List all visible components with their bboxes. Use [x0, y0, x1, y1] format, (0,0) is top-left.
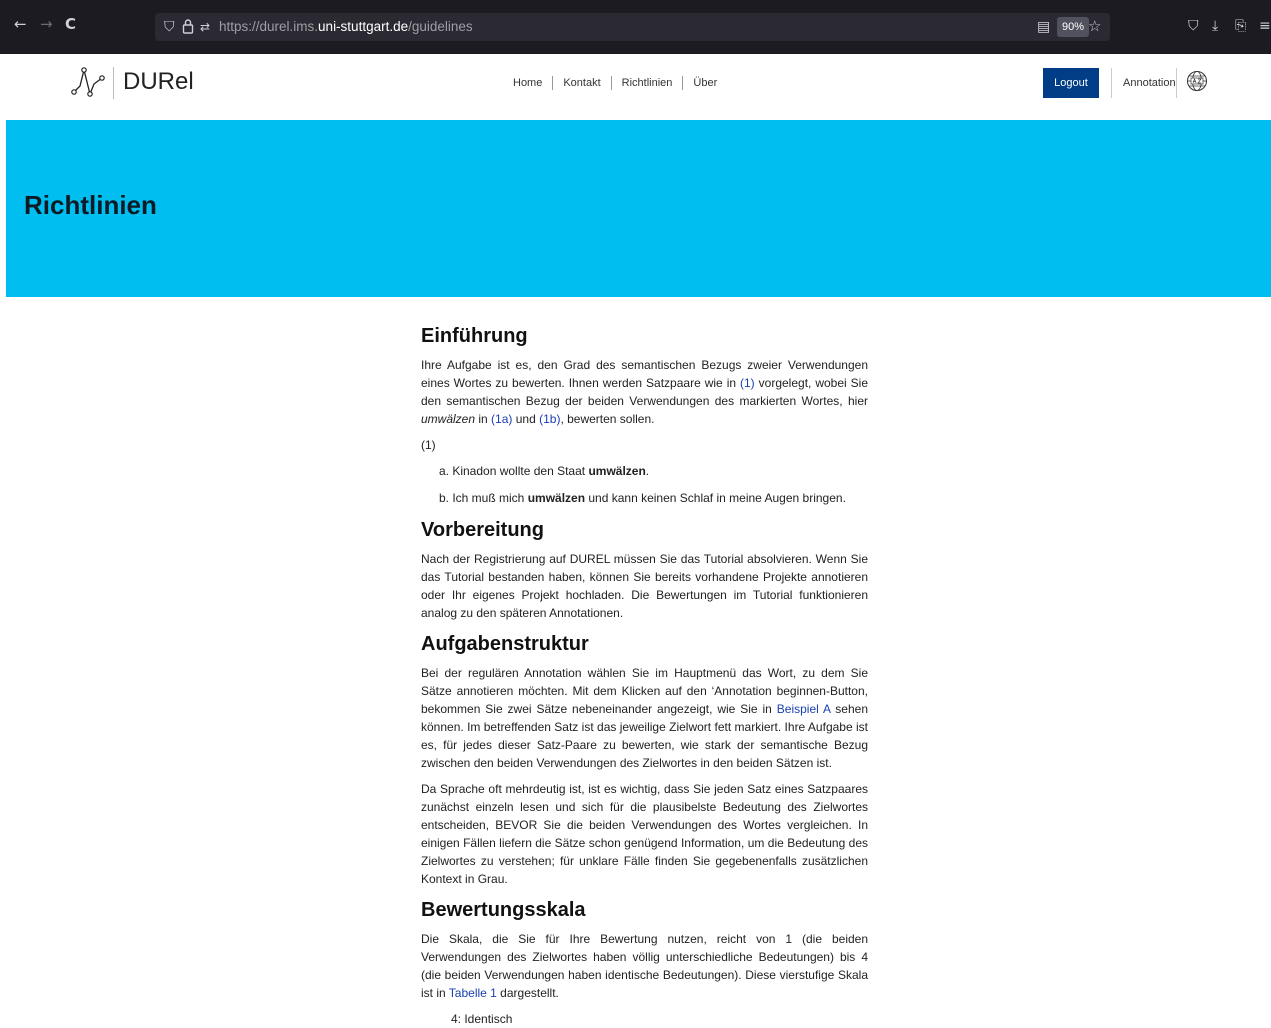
zoom-badge[interactable]: 90% [1057, 17, 1090, 37]
pocket-icon[interactable]: ⛉ [1188, 17, 1199, 35]
tabelle-1-link[interactable]: Tabelle 1 [449, 986, 497, 1000]
example-1-link[interactable]: (1) [740, 376, 755, 390]
page-title: Richtlinien [24, 190, 157, 220]
section-heading-bewertungsskala: Bewertungsskala [421, 899, 586, 921]
forward-icon[interactable]: → [40, 15, 53, 33]
section-heading-aufgabenstruktur: Aufgabenstruktur [421, 633, 589, 655]
prep-paragraph: Nach der Registrierung auf DUREL müssen … [421, 552, 868, 620]
header-separator [1176, 68, 1177, 98]
scale-paragraph: Die Skala, die Sie für Ihre Bewertung nu… [421, 932, 868, 1000]
section-heading-einfuehrung: Einführung [421, 325, 528, 347]
header-separator [1111, 68, 1112, 98]
download-icon[interactable]: ⤓ [1212, 17, 1218, 35]
extensions-icon[interactable]: ⎘ [1235, 17, 1246, 35]
reload-icon[interactable]: C [65, 15, 76, 33]
back-icon[interactable]: ← [14, 15, 27, 33]
brand-name[interactable]: DURel [123, 68, 194, 96]
lock-icon[interactable] [182, 18, 194, 39]
section-heading-vorbereitung: Vorbereitung [421, 519, 544, 541]
bookmark-star-icon[interactable]: ☆ [1088, 17, 1101, 35]
guidelines-content: Einführung Ihre Aufgabe ist es, den Grad… [421, 322, 868, 1028]
menu-icon[interactable]: ≡ [1259, 17, 1271, 35]
task-paragraph-2: Da Sprache oft mehrdeutig ist, ist es wi… [421, 782, 868, 886]
logout-button[interactable]: Logout [1043, 68, 1099, 98]
main-nav: Home Kontakt Richtlinien Über [503, 76, 727, 90]
browser-toolbar: ← → C ⛉ ⇄ https://durel.ims.uni-stuttgar… [0, 0, 1271, 54]
task-paragraph-1: Bei der regulären Annotation wählen Sie … [421, 666, 868, 770]
nav-richtlinien[interactable]: Richtlinien [612, 76, 683, 90]
intro-paragraph: Ihre Aufgabe ist es, den Grad des semant… [421, 358, 868, 426]
durel-logo-icon[interactable] [70, 64, 106, 100]
site-header: DURel Home Kontakt Richtlinien Über Logo… [0, 54, 1271, 120]
example-item-a: a. Kinadon wollte den Staat umwälzen. [439, 464, 650, 478]
logo-divider [113, 67, 114, 99]
nav-ueber[interactable]: Über [683, 76, 727, 90]
reader-view-icon[interactable]: ▤ [1037, 18, 1050, 36]
example-1a-link[interactable]: (1a) [491, 412, 512, 426]
url-text[interactable]: https://durel.ims.uni-stuttgart.de/guide… [219, 18, 473, 36]
example-label: (1) [421, 438, 436, 452]
permissions-icon[interactable]: ⇄ [200, 18, 210, 36]
beispiel-a-link[interactable]: Beispiel A [777, 702, 831, 716]
shield-icon[interactable]: ⛉ [164, 18, 175, 36]
scale-list-item: 4: Identisch [451, 1012, 513, 1026]
address-bar[interactable]: ⛉ ⇄ https://durel.ims.uni-stuttgart.de/g… [155, 13, 1110, 41]
hero-banner: Richtlinien [6, 120, 1271, 297]
language-globe-icon[interactable] [1186, 70, 1208, 92]
nav-kontakt[interactable]: Kontakt [553, 76, 610, 90]
example-1b-link[interactable]: (1b) [539, 412, 560, 426]
annotation-link[interactable]: Annotation [1123, 76, 1176, 90]
nav-home[interactable]: Home [503, 76, 552, 90]
example-item-b: b. Ich muß mich umwälzen und kann keinen… [439, 491, 846, 505]
